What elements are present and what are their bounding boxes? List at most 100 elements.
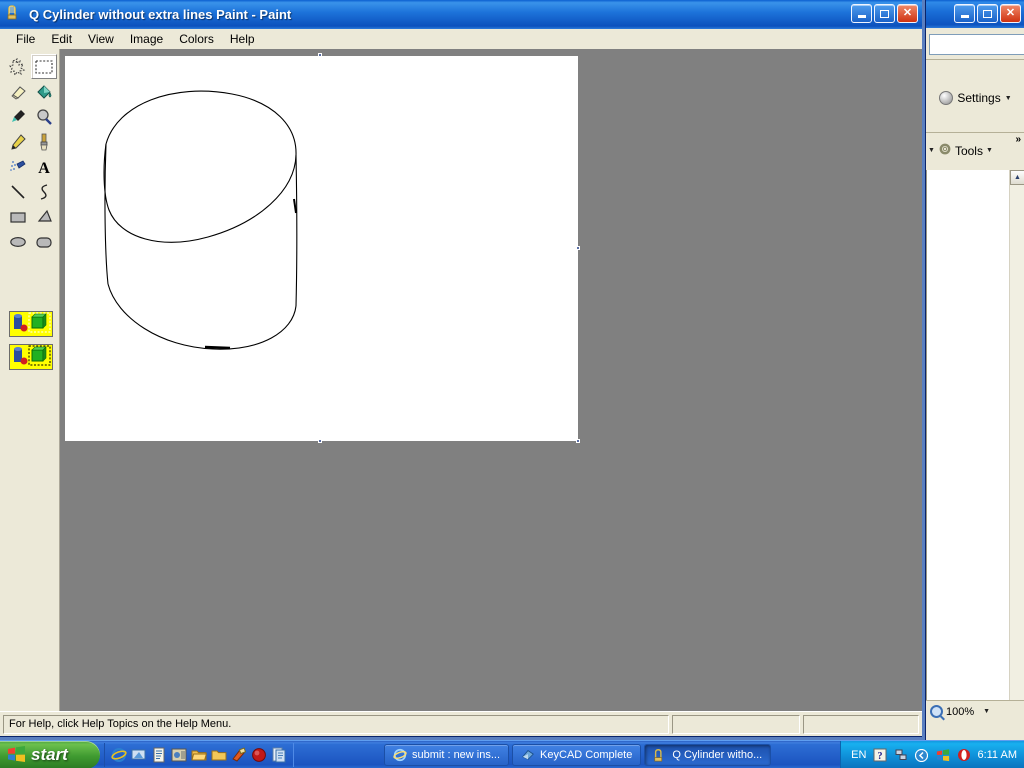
taskbar-button-label: KeyCAD Complete <box>540 748 633 761</box>
tool-magnifier[interactable] <box>31 104 57 129</box>
tool-airbrush[interactable] <box>5 154 31 179</box>
windows-logo-icon <box>8 746 25 762</box>
search-input[interactable] <box>929 34 1024 55</box>
background-search-row: ▼ <box>926 30 1024 60</box>
menu-image[interactable]: Image <box>122 31 171 47</box>
paint-palette-icon <box>6 4 22 25</box>
menu-help[interactable]: Help <box>222 31 263 47</box>
background-zoom-control[interactable]: 100% ▼ <box>926 700 1024 722</box>
taskbar-button-submit[interactable]: submit : new ins... <box>384 743 510 766</box>
quick-launch-bar <box>104 742 294 767</box>
taskbar-buttons: submit : new ins... KeyCAD Complete Q Cy… <box>384 743 772 766</box>
gear-icon <box>938 142 952 159</box>
tool-curve[interactable] <box>31 179 57 204</box>
paint-window: Q Cylinder without extra lines Paint - P… <box>0 0 922 737</box>
scroll-up-icon[interactable]: ▲ <box>1010 170 1024 185</box>
start-label: start <box>31 744 68 764</box>
taskbar-button-label: submit : new ins... <box>412 748 501 761</box>
system-tray: EN ? 6:11 AM <box>840 741 1024 768</box>
canvas-area[interactable] <box>60 49 922 712</box>
folder-open-icon[interactable] <box>191 747 208 763</box>
start-button[interactable]: start <box>0 740 100 768</box>
paint-palette-icon <box>654 748 663 761</box>
media-icon[interactable] <box>171 747 187 763</box>
paint-titlebar[interactable]: Q Cylinder without extra lines Paint - P… <box>0 0 922 29</box>
background-window[interactable]: ✕ ▼ Settings ▼ » ▼ Tools ▼ ▲ <box>925 0 1024 740</box>
cylinder-drawing <box>103 90 298 350</box>
tool-rectangle[interactable] <box>5 204 31 229</box>
tool-free-form-select[interactable] <box>5 54 31 79</box>
chevron-down-icon-left: ▼ <box>928 147 935 154</box>
zoom-level-label: 100% <box>946 705 975 718</box>
keycad-icon <box>522 749 534 760</box>
minimize-icon[interactable] <box>851 4 872 23</box>
menu-edit[interactable]: Edit <box>43 31 80 47</box>
notepad-icon[interactable] <box>151 747 167 763</box>
tool-fill-with-color[interactable] <box>31 79 57 104</box>
record-icon[interactable] <box>251 747 267 763</box>
tool-grid: A <box>5 54 57 254</box>
close-icon[interactable]: ✕ <box>897 4 918 23</box>
clock[interactable]: 6:11 AM <box>977 749 1017 761</box>
taskbar: start submit: new ins... KeyCAD Complet… <box>0 740 1024 768</box>
settings-orb-icon <box>939 91 954 105</box>
tool-ellipse[interactable] <box>5 229 31 254</box>
language-indicator[interactable]: EN <box>851 749 866 761</box>
menu-file[interactable]: File <box>8 31 43 47</box>
chevron-down-icon: ▼ <box>985 147 993 154</box>
tools-button[interactable]: ▼ Tools ▼ <box>926 132 1024 168</box>
tool-text[interactable]: A <box>31 154 57 179</box>
tool-brush[interactable] <box>31 129 57 154</box>
folder-icon[interactable] <box>211 747 227 763</box>
paint-window-controls: ✕ <box>851 4 918 23</box>
option-transparent-selection[interactable] <box>9 344 53 370</box>
tool-line[interactable] <box>5 179 31 204</box>
taskbar-button-label: Q Cylinder witho... <box>672 748 763 761</box>
svg-text:?: ? <box>877 751 882 762</box>
windows-security-icon[interactable] <box>935 748 950 763</box>
taskbar-button-paint[interactable]: Q Cylinder witho... <box>644 743 772 766</box>
background-window-titlebar[interactable]: ✕ <box>926 0 1024 28</box>
tool-pick-color[interactable] <box>5 104 31 129</box>
tool-pencil[interactable] <box>5 129 31 154</box>
taskbar-button-keycad[interactable]: KeyCAD Complete <box>512 743 642 766</box>
maximize-icon[interactable] <box>977 4 998 23</box>
tool-rectangular-select[interactable] <box>31 54 57 79</box>
background-window-controls: ✕ <box>954 4 1021 23</box>
resize-handle-top-center[interactable] <box>318 53 322 57</box>
paint-icon[interactable] <box>231 746 247 763</box>
opera-icon[interactable] <box>956 748 971 763</box>
status-pane-2 <box>672 714 800 734</box>
vertical-scrollbar[interactable]: ▲ ▼ <box>1009 170 1024 721</box>
chevron-left-icon[interactable] <box>914 748 929 763</box>
menu-view[interactable]: View <box>80 31 122 47</box>
status-pane-3 <box>803 714 919 734</box>
help-question-icon[interactable]: ? <box>872 748 887 763</box>
network-icon[interactable] <box>893 748 908 763</box>
resize-handle-bottom-right[interactable] <box>576 439 580 443</box>
tool-eraser[interactable] <box>5 79 31 104</box>
option-opaque-selection[interactable] <box>9 311 53 337</box>
tool-polygon[interactable] <box>31 204 57 229</box>
paint-menubar: File Edit View Image Colors Help <box>0 29 922 49</box>
zoom-magnifier-icon <box>930 705 943 718</box>
close-icon[interactable]: ✕ <box>1000 4 1021 23</box>
resize-handle-bottom-center[interactable] <box>318 439 322 443</box>
minimize-icon[interactable] <box>954 4 975 23</box>
document-icon[interactable] <box>271 747 287 763</box>
resize-handle-middle-right[interactable] <box>576 246 580 250</box>
internet-explorer-icon <box>393 748 407 761</box>
tool-rounded-rectangle[interactable] <box>31 229 57 254</box>
internet-explorer-icon[interactable] <box>111 747 127 763</box>
maximize-icon[interactable] <box>874 4 895 23</box>
show-desktop-icon[interactable] <box>131 747 147 763</box>
chevron-down-icon[interactable]: ▼ <box>983 708 990 715</box>
settings-label: Settings <box>957 91 1001 105</box>
paint-statusbar: For Help, click Help Topics on the Help … <box>0 711 922 736</box>
status-help-text: For Help, click Help Topics on the Help … <box>3 714 669 734</box>
settings-button[interactable]: Settings ▼ <box>926 82 1024 114</box>
paint-body: A <box>0 49 922 712</box>
paint-canvas[interactable] <box>64 53 580 443</box>
menu-colors[interactable]: Colors <box>171 31 222 47</box>
background-window-content: ▲ ▼ <box>926 170 1024 722</box>
